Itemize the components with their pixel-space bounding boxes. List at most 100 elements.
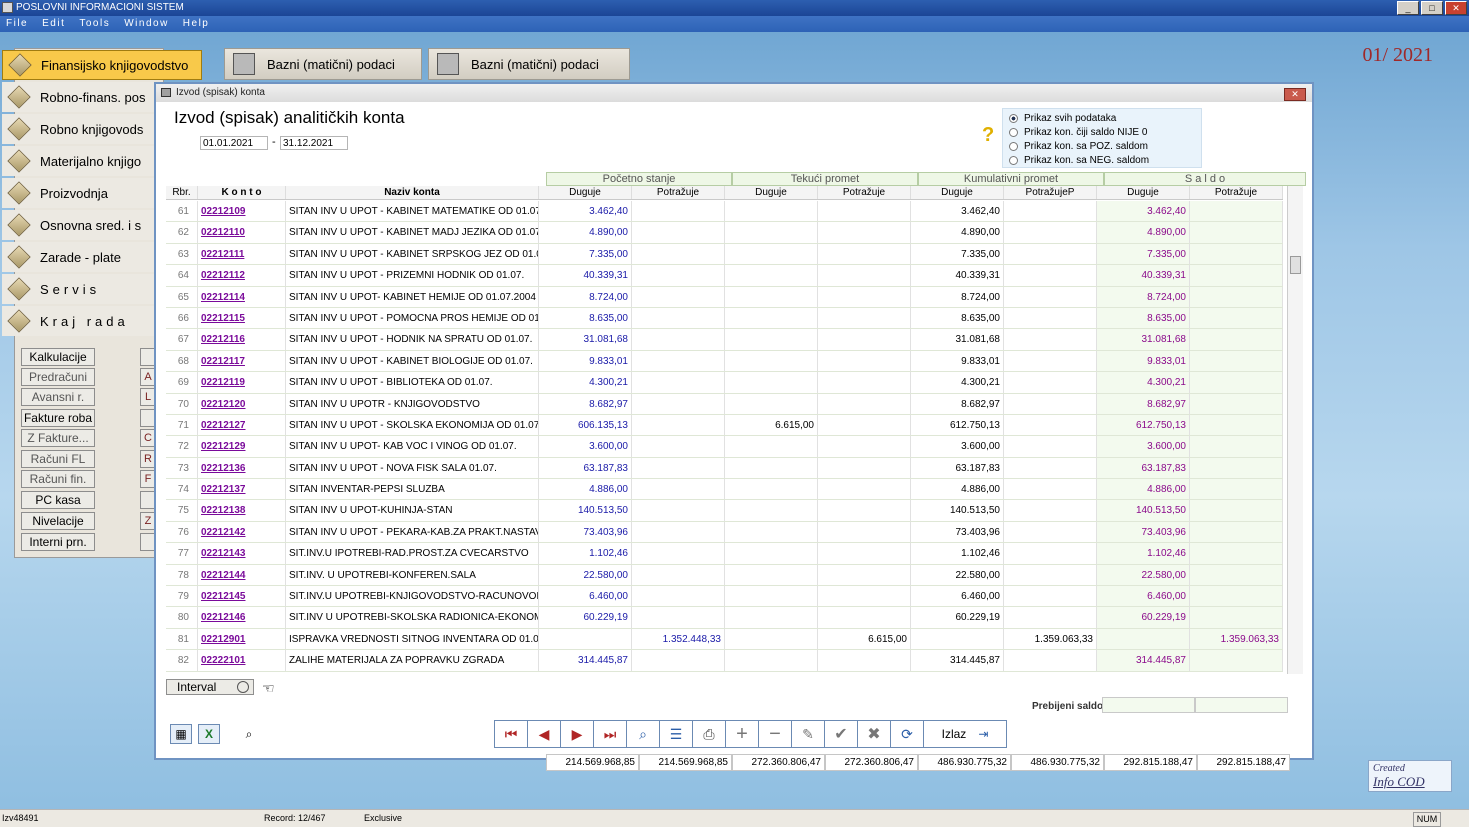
- cell-konto[interactable]: 02212142: [198, 521, 286, 543]
- table-row[interactable]: 65 02212114 SITAN INV U UPOT- KABINET HEMI…: [166, 286, 1283, 308]
- table-row[interactable]: 66 02212115 SITAN INV U UPOT - POMOCNA PRO…: [166, 307, 1283, 330]
- cell-konto[interactable]: 02212111: [198, 243, 286, 265]
- remove-icon[interactable]: −: [759, 721, 792, 747]
- add-icon[interactable]: +: [726, 721, 759, 747]
- cell-konto[interactable]: 02212116: [198, 329, 286, 350]
- table-row[interactable]: 73 02212136 SITAN INV U UPOT - NOVA FISK S…: [166, 457, 1283, 480]
- col-kp-duguje[interactable]: Duguje: [911, 186, 1004, 199]
- cell-konto[interactable]: 02212136: [198, 457, 286, 479]
- table-row[interactable]: 77 02212143 SIT.INV.U IPOTREBI-RAD.PROST.Z…: [166, 543, 1283, 565]
- radio-all[interactable]: Prikaz svih podataka: [1009, 111, 1201, 125]
- tab-bazni-podaci-1[interactable]: Bazni (matični) podaci: [224, 48, 422, 80]
- menu-file[interactable]: File: [6, 16, 28, 32]
- btn-pc-kasa[interactable]: PC kasa: [21, 491, 95, 509]
- excel-export-icon[interactable]: X: [198, 724, 220, 744]
- cell-konto[interactable]: 02212114: [198, 286, 286, 307]
- print-icon[interactable]: ⎙: [693, 721, 726, 747]
- cell-konto[interactable]: 02212138: [198, 500, 286, 521]
- table-row[interactable]: 75 02212138 SITAN INV U UPOT-KUHINJA-STAN 1…: [166, 500, 1283, 522]
- table-row[interactable]: 61 02212109 SITAN INV U UPOT - KABINET MAT…: [166, 201, 1283, 223]
- table-row[interactable]: 82 02222101 ZALIHE MATERIJALA ZA POPRAVKU …: [166, 650, 1283, 672]
- table-row[interactable]: 80 02212146 SIT.INV U UPOTREBI-SKOLSKA RAD…: [166, 607, 1283, 629]
- cancel-icon[interactable]: ✖: [858, 721, 891, 747]
- table-row[interactable]: 68 02212117 SITAN INV U UPOT - KABINET BIO…: [166, 350, 1283, 373]
- table-row[interactable]: 72 02212129 SITAN INV U UPOT- KAB VOC I VI…: [166, 436, 1283, 458]
- table-row[interactable]: 79 02212145 SIT.INV.U UPOTREBI-KNJIGOVODST…: [166, 586, 1283, 608]
- scrollbar-thumb[interactable]: [1290, 256, 1301, 274]
- table-row[interactable]: 71 02212127 SITAN INV U UPOT - SKOLSKA EKO…: [166, 414, 1283, 437]
- cell-konto[interactable]: 02212143: [198, 543, 286, 564]
- btn-predracuni[interactable]: Predračuni: [21, 368, 95, 386]
- btn-nivelacije[interactable]: Nivelacije: [21, 512, 95, 530]
- table-row[interactable]: 69 02212119 SITAN INV U UPOT - BIBLIOTEKA …: [166, 372, 1283, 394]
- table-row[interactable]: 81 02212901 ISPRAVKA VREDNOSTI SITNOG INVE…: [166, 628, 1283, 651]
- table-row[interactable]: 62 02212110 SITAN INV U UPOT - KABINET MAD…: [166, 222, 1283, 244]
- btn-kalkulacije[interactable]: Kalkulacije: [21, 348, 95, 366]
- cell-konto[interactable]: 02212145: [198, 586, 286, 607]
- cell-konto[interactable]: 02212901: [198, 628, 286, 650]
- col-kp-potrazuje[interactable]: PotražujeP: [1004, 186, 1097, 199]
- exit-button[interactable]: Izlaz ⇥: [924, 721, 1006, 747]
- btn-racuni-fl[interactable]: Računi FL: [21, 450, 95, 468]
- col-ps-potrazuje[interactable]: Potražuje: [632, 186, 725, 199]
- interval-button[interactable]: Interval: [166, 679, 254, 695]
- cell-konto[interactable]: 02222101: [198, 650, 286, 671]
- col-naziv[interactable]: Naziv konta: [286, 186, 539, 199]
- search-icon[interactable]: ⌕: [627, 721, 660, 747]
- cell-konto[interactable]: 02212146: [198, 607, 286, 628]
- table-row[interactable]: 76 02212142 SITAN INV U UPOT - PEKARA-KAB.…: [166, 521, 1283, 544]
- cell-konto[interactable]: 02212144: [198, 564, 286, 586]
- cell-konto[interactable]: 02212137: [198, 479, 286, 500]
- menu-help[interactable]: Help: [183, 16, 210, 32]
- cell-konto[interactable]: 02212112: [198, 265, 286, 286]
- cell-konto[interactable]: 02212119: [198, 372, 286, 393]
- help-icon[interactable]: ?: [982, 124, 994, 147]
- col-rbr[interactable]: Rbr.: [166, 186, 198, 199]
- preview-icon[interactable]: ⌕: [238, 724, 260, 744]
- btn-z-fakture[interactable]: Z Fakture...: [21, 429, 95, 447]
- tab-bazni-podaci-2[interactable]: Bazni (matični) podaci: [428, 48, 630, 80]
- date-from-field[interactable]: [200, 136, 268, 150]
- col-konto[interactable]: K o n t o: [198, 186, 286, 199]
- nav-finansijsko[interactable]: Finansijsko knjigovodstvo: [2, 50, 202, 80]
- refresh-icon[interactable]: ⟳: [891, 721, 924, 747]
- cell-konto[interactable]: 02212109: [198, 201, 286, 222]
- menu-window[interactable]: Window: [124, 16, 169, 32]
- table-row[interactable]: 64 02212112 SITAN INV U UPOT - PRIZEMNI HO…: [166, 265, 1283, 287]
- close-icon[interactable]: ✕: [1284, 88, 1306, 101]
- cell-konto[interactable]: 02212115: [198, 307, 286, 329]
- last-record-icon[interactable]: ⏭: [594, 721, 627, 747]
- table-row[interactable]: 74 02212137 SITAN INVENTAR-PEPSI SLUZBA 4.8…: [166, 479, 1283, 501]
- cell-konto[interactable]: 02212129: [198, 436, 286, 457]
- menu-edit[interactable]: Edit: [42, 16, 65, 32]
- btn-avansni[interactable]: Avansni r.: [21, 388, 95, 406]
- cell-konto[interactable]: 02212117: [198, 350, 286, 372]
- prev-record-icon[interactable]: ◀: [528, 721, 561, 747]
- btn-interni-prn[interactable]: Interni prn.: [21, 533, 95, 551]
- cell-konto[interactable]: 02212127: [198, 414, 286, 436]
- list-icon[interactable]: ☰: [660, 721, 693, 747]
- table-row[interactable]: 63 02212111 SITAN INV U UPOT - KABINET SRP…: [166, 243, 1283, 266]
- col-tp-potrazuje[interactable]: Potražuje: [818, 186, 911, 199]
- edit-icon[interactable]: ✎: [792, 721, 825, 747]
- confirm-icon[interactable]: ✔: [825, 721, 858, 747]
- col-saldo-duguje[interactable]: Duguje: [1097, 186, 1190, 199]
- vertical-scrollbar[interactable]: [1287, 186, 1303, 674]
- table-row[interactable]: 67 02212116 SITAN INV U UPOT - HODNIK NA S…: [166, 329, 1283, 351]
- calculator-icon[interactable]: ▦: [170, 724, 192, 744]
- close-icon[interactable]: ✕: [1445, 1, 1467, 15]
- radio-nonzero[interactable]: Prikaz kon. čiji saldo NIJE 0: [1009, 125, 1201, 139]
- restore-icon[interactable]: □: [1421, 1, 1443, 15]
- table-row[interactable]: 70 02212120 SITAN INV U UPOTR - KNJIGOVODS…: [166, 393, 1283, 415]
- minimize-icon[interactable]: _: [1397, 1, 1419, 15]
- btn-fakture-roba[interactable]: Fakture roba: [21, 409, 95, 427]
- next-record-icon[interactable]: ▶: [561, 721, 594, 747]
- radio-negative[interactable]: Prikaz kon. sa NEG. saldom: [1009, 153, 1201, 167]
- first-record-icon[interactable]: ⏮: [495, 721, 528, 747]
- radio-positive[interactable]: Prikaz kon. sa POZ. saldom: [1009, 139, 1201, 153]
- menu-tools[interactable]: Tools: [79, 16, 110, 32]
- cell-konto[interactable]: 02212110: [198, 222, 286, 243]
- date-to-field[interactable]: [280, 136, 348, 150]
- table-row[interactable]: 78 02212144 SIT.INV. U UPOTREBI-KONFEREN.S…: [166, 564, 1283, 587]
- col-saldo-potrazuje[interactable]: Potražuje: [1190, 186, 1283, 199]
